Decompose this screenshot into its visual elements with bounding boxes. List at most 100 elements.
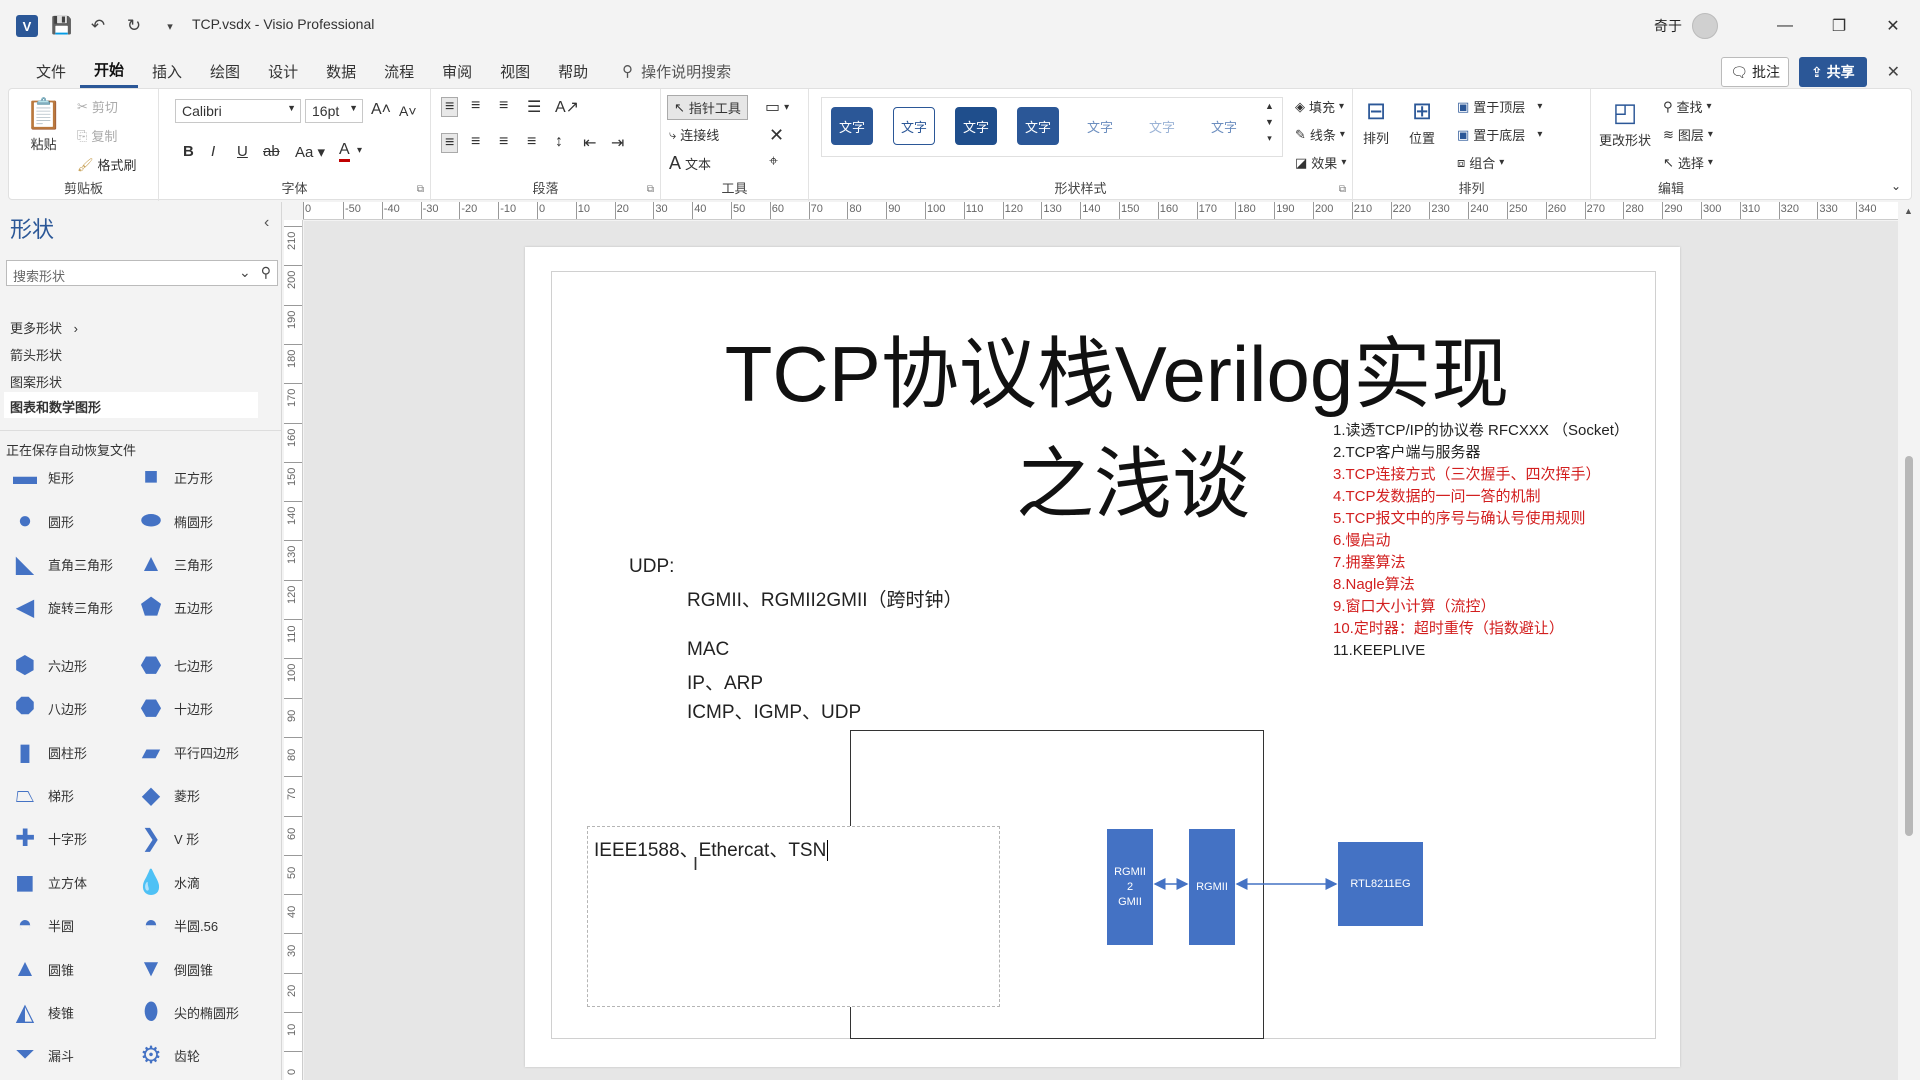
italic-button[interactable]: I	[211, 143, 215, 160]
topic-item[interactable]: 4.TCP发数据的一问一答的机制	[1333, 486, 1653, 508]
topic-item[interactable]: 10.定时器：超时重传（指数避让）	[1333, 618, 1653, 640]
topic-list[interactable]: 1.读透TCP/IP的协议卷 RFCXXX （Socket） 2.TCP客户端与服…	[1333, 420, 1653, 662]
send-to-back-button[interactable]: ▣ 置于底层 ▾	[1457, 125, 1542, 144]
stencil-pattern-shapes[interactable]: 图案形状	[10, 372, 62, 391]
increase-indent-icon[interactable]: ⇥	[611, 133, 624, 153]
topic-item[interactable]: 8.Nagle算法	[1333, 574, 1653, 596]
stencil-arrow-shapes[interactable]: 箭头形状	[10, 345, 62, 364]
change-shape-button[interactable]: ◰ 更改形状	[1599, 97, 1651, 149]
shape-stencil-item[interactable]: ▲ 圆锥	[10, 954, 74, 984]
shape-stencil-item[interactable]: ⬮ 尖的椭圆形	[136, 997, 239, 1027]
dialog-launcher-icon[interactable]: ⧉	[647, 184, 654, 195]
diagram-title-line1[interactable]: TCP协议栈Verilog实现	[552, 312, 1682, 424]
decrease-indent-icon[interactable]: ⇤	[583, 133, 596, 153]
editing-textbox[interactable]: IEEE1588、Ethercat、TSN	[587, 826, 1000, 1007]
redo-icon[interactable]: ↻	[122, 14, 146, 38]
share-button[interactable]: ⇪ 共享	[1798, 57, 1867, 87]
grow-font-icon[interactable]: A˄	[371, 101, 391, 119]
collapse-ribbon-icon[interactable]: ⌄	[1891, 179, 1901, 193]
minimize-icon[interactable]: —	[1758, 0, 1812, 52]
rtl8211eg-block[interactable]: RTL8211EG	[1338, 842, 1423, 926]
shape-stencil-item[interactable]: ⏢ 梯形	[10, 780, 74, 810]
shape-stencil-item[interactable]: ▰ 平行四边形	[136, 737, 239, 767]
align-left-icon[interactable]: ≡	[441, 133, 459, 153]
shape-stencil-item[interactable]: ⯃ 八边形	[10, 693, 87, 723]
textbox-text[interactable]: IEEE1588、Ethercat、TSN	[594, 840, 826, 861]
shape-stencil-item[interactable]: 💧 水滴	[136, 867, 200, 897]
chevron-down-icon[interactable]: ⌄	[239, 264, 251, 281]
tab-data[interactable]: 数据	[312, 54, 370, 88]
shape-stencil-item[interactable]: ▮ 圆柱形	[10, 737, 87, 767]
align-bottom-icon[interactable]: ≡	[499, 97, 508, 115]
shape-stencil-item[interactable]: ◀ 旋转三角形	[10, 592, 113, 622]
paste-button[interactable]: 📋 粘贴	[25, 97, 62, 153]
gallery-scroll-icon[interactable]: ▲ ▼ ▾	[1265, 101, 1274, 144]
style-swatch-6[interactable]: 文字	[1141, 107, 1183, 145]
tab-home[interactable]: 开始	[80, 54, 139, 88]
topic-item[interactable]: 7.拥塞算法	[1333, 552, 1653, 574]
font-family-select[interactable]: Calibri ▼	[175, 99, 301, 123]
layers-button[interactable]: ≋ 图层 ▾	[1663, 125, 1713, 144]
drawing-page[interactable]: TCP协议栈Verilog实现 之浅谈 UDP: RGMII、RGMII2GMI…	[525, 247, 1680, 1067]
shape-stencil-item[interactable]: ⬣ 七边形	[136, 650, 214, 680]
drawing-canvas[interactable]: TCP协议栈Verilog实现 之浅谈 UDP: RGMII、RGMII2GMI…	[304, 221, 1898, 1080]
shape-stencil-item[interactable]: ◓ 半圆	[10, 910, 74, 940]
align-right-icon[interactable]: ≡	[499, 133, 508, 151]
style-swatch-5[interactable]: 文字	[1079, 107, 1121, 145]
shape-stencil-item[interactable]: ⬟ 五边形	[136, 592, 213, 622]
scrollbar-thumb[interactable]	[1905, 456, 1913, 836]
udp-line-ip-arp[interactable]: IP、ARP	[687, 668, 763, 695]
udp-label[interactable]: UDP:	[629, 556, 674, 578]
tab-view[interactable]: 视图	[486, 54, 544, 88]
shape-stencil-item[interactable]: ■ 正方形	[136, 462, 213, 492]
udp-line-mac[interactable]: MAC	[687, 639, 729, 661]
font-size-select[interactable]: 16pt ▼	[305, 99, 363, 123]
bring-to-front-button[interactable]: ▣ 置于顶层 ▾	[1457, 97, 1542, 116]
tab-file[interactable]: 文件	[22, 54, 80, 88]
shape-stencil-item[interactable]: ✚ 十字形	[10, 823, 87, 853]
topic-item[interactable]: 1.读透TCP/IP的协议卷 RFCXXX （Socket）	[1333, 420, 1653, 442]
scroll-up-icon[interactable]: ▲	[1904, 206, 1913, 216]
shape-stencil-item[interactable]: ❯ V 形	[136, 823, 199, 853]
bullets-icon[interactable]: ☰	[527, 97, 541, 117]
format-painter-button[interactable]: 🖌 格式刷	[77, 155, 137, 174]
search-icon[interactable]: ⚲	[261, 264, 271, 281]
topic-item[interactable]: 5.TCP报文中的序号与确认号使用规则	[1333, 508, 1653, 530]
collapse-pane-icon[interactable]: ‹	[264, 214, 269, 232]
rgmii2gmii-block[interactable]: RGMII 2 GMII	[1107, 829, 1153, 945]
save-icon[interactable]: 💾	[50, 14, 74, 38]
tell-me-search[interactable]: ⚲ 操作说明搜索	[622, 61, 731, 82]
topic-item[interactable]: 11.KEEPLIVE	[1333, 640, 1653, 662]
font-color-button[interactable]: A	[339, 141, 350, 162]
style-swatch-3[interactable]: 文字	[955, 107, 997, 145]
dialog-launcher-icon[interactable]: ⧉	[1339, 184, 1346, 195]
style-swatch-2[interactable]: 文字	[893, 107, 935, 145]
shape-stencil-item[interactable]: ⬣ 十边形	[136, 693, 214, 723]
tab-help[interactable]: 帮助	[544, 54, 602, 88]
align-top-icon[interactable]: ≡	[441, 97, 459, 117]
shape-stencil-item[interactable]: ◼ 立方体	[10, 867, 87, 897]
position-button[interactable]: ⊞ 位置	[1409, 97, 1435, 147]
underline-button[interactable]: U	[237, 143, 248, 160]
x-close-icon[interactable]: ✕	[769, 125, 784, 146]
vertical-scrollbar[interactable]: ▲	[1898, 202, 1920, 1080]
line-spacing-icon[interactable]: ↕	[555, 133, 563, 151]
shape-stencil-item[interactable]: ⚙ 齿轮	[136, 1040, 200, 1070]
cut-button[interactable]: ✂ 剪切	[77, 97, 118, 116]
align-button[interactable]: ⊟ 排列	[1363, 97, 1389, 147]
line-button[interactable]: ✎ 线条 ▾	[1295, 125, 1345, 144]
shape-stencil-item[interactable]: ▬ 矩形	[10, 462, 74, 492]
more-shapes-menu[interactable]: 更多形状 ›	[10, 318, 78, 337]
shrink-font-icon[interactable]: A˅	[399, 103, 417, 119]
user-name[interactable]: 奇于	[1654, 16, 1682, 36]
shape-stencil-item[interactable]: ▲ 三角形	[136, 549, 213, 579]
style-swatch-4[interactable]: 文字	[1017, 107, 1059, 145]
undo-icon[interactable]: ↶	[86, 14, 110, 38]
shape-stencil-item[interactable]: ◆ 菱形	[136, 780, 200, 810]
align-center-icon[interactable]: ≡	[471, 133, 480, 151]
search-shapes-input[interactable]: 搜索形状 ⌄ ⚲	[6, 260, 278, 286]
tab-process[interactable]: 流程	[370, 54, 428, 88]
udp-line-rgmii[interactable]: RGMII、RGMII2GMII（跨时钟）	[687, 585, 963, 612]
tab-design[interactable]: 设计	[254, 54, 312, 88]
diagram-title-line2[interactable]: 之浅谈	[1016, 422, 1250, 534]
